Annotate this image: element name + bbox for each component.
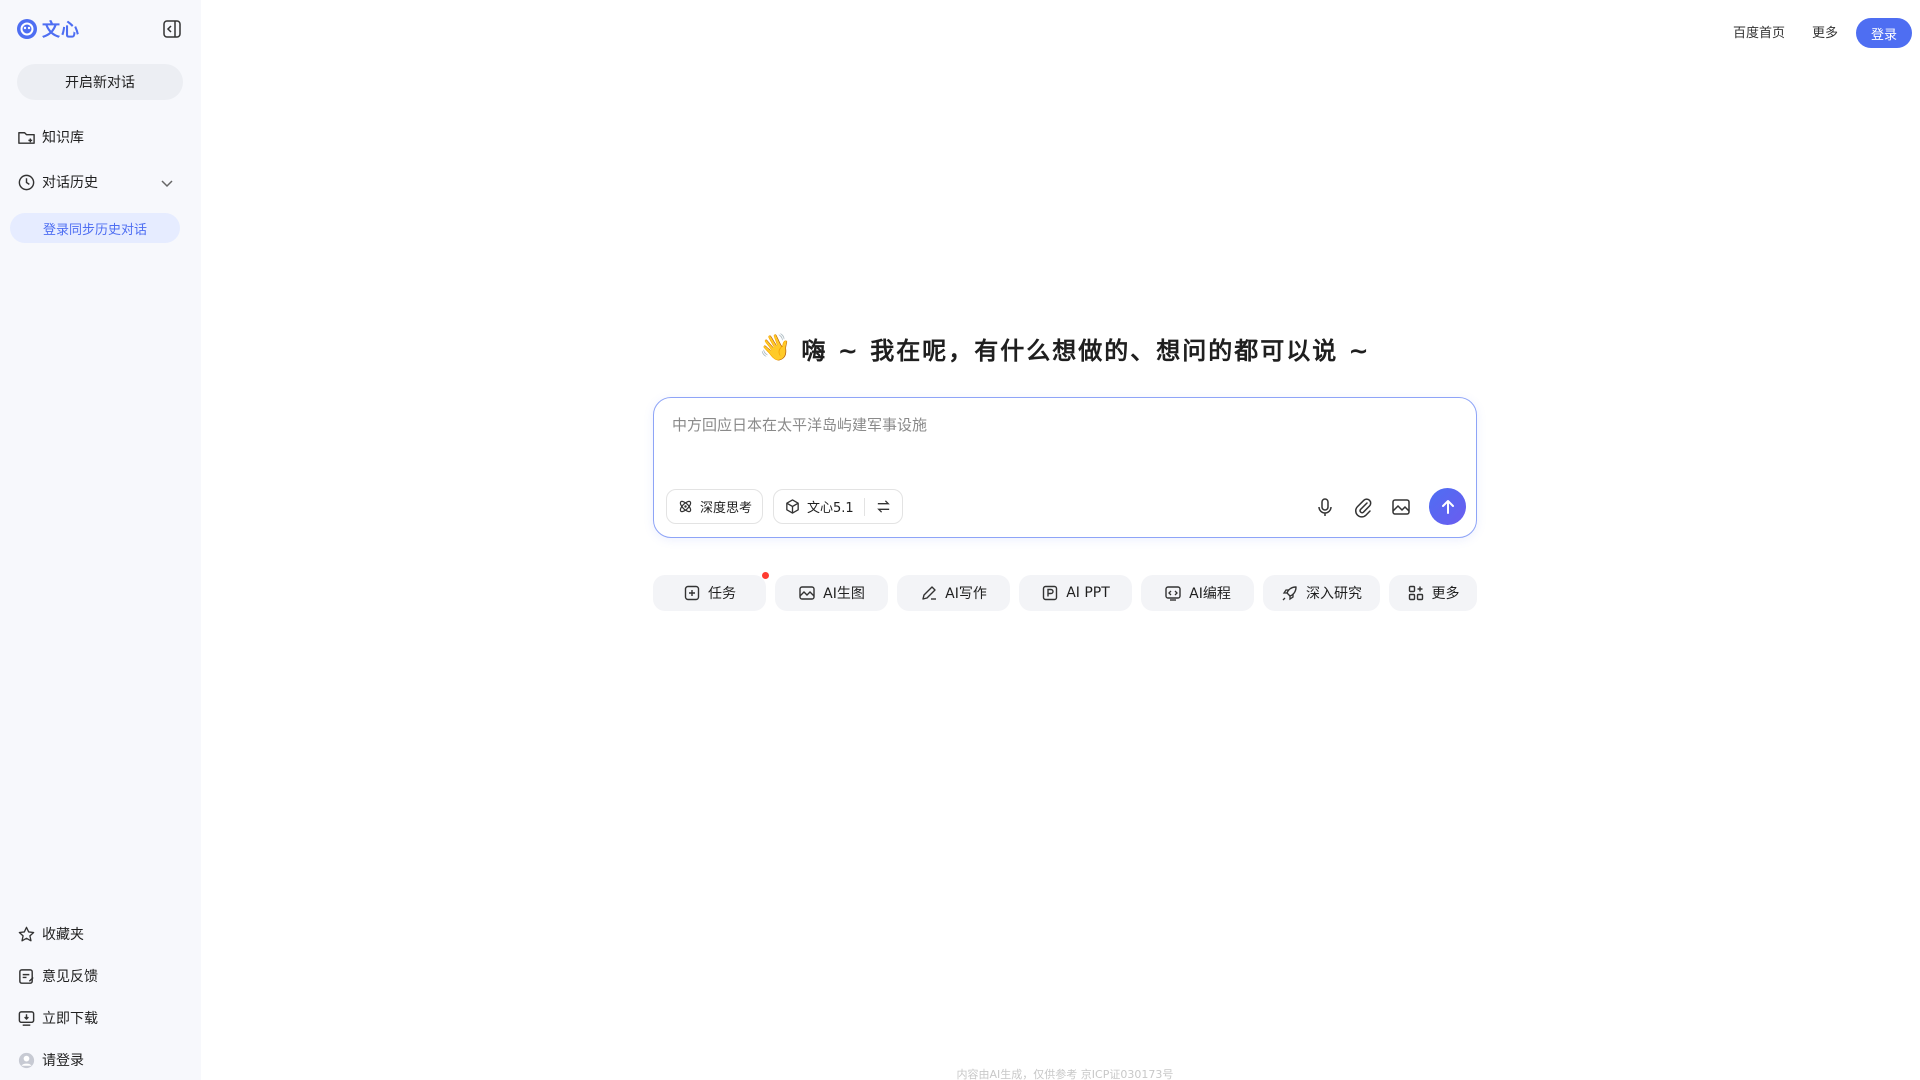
- wenxin-logo-icon: [17, 19, 37, 39]
- pen-icon: [922, 586, 937, 600]
- ppt-icon: [1043, 585, 1058, 601]
- chevron-down-icon[interactable]: [158, 174, 176, 192]
- send-button[interactable]: [1429, 488, 1466, 525]
- chat-input-box: 深度思考 文心5.1: [653, 397, 1477, 538]
- sidebar-item-label: 收藏夹: [42, 927, 84, 943]
- feature-deep-research[interactable]: 深入研究: [1263, 575, 1380, 611]
- feature-label: AI生图: [823, 586, 865, 602]
- folder-icon: [18, 131, 35, 144]
- sidebar: 文心 开启新对话 知识库 对话历史 登录同步历史对话 收藏夹 意见反馈 立即下载…: [0, 0, 201, 1080]
- footer-disclaimer: 内容由AI生成，仅供参考 京ICP证030173号: [956, 1068, 1174, 1080]
- feature-ai-coding[interactable]: AI编程: [1141, 575, 1254, 611]
- feedback-icon: [19, 968, 34, 984]
- model-cube-icon: [786, 499, 799, 514]
- greeting-text: 嗨 ~ 我在呢，有什么想做的、想问的都可以说 ~: [801, 336, 1371, 365]
- sidebar-item-favorites[interactable]: 收藏夹: [17, 922, 177, 946]
- sidebar-item-label: 意见反馈: [42, 969, 98, 985]
- login-button[interactable]: 登录: [1856, 18, 1912, 48]
- brand-logo[interactable]: 文心: [16, 16, 80, 42]
- more-link[interactable]: 更多: [1812, 22, 1838, 41]
- rocket-icon: [1282, 586, 1297, 601]
- collapse-sidebar-icon[interactable]: [162, 19, 182, 39]
- deep-think-toggle[interactable]: 深度思考: [666, 489, 764, 524]
- baidu-home-link[interactable]: 百度首页: [1733, 22, 1785, 41]
- greeting: 👋 嗨 ~ 我在呢，有什么想做的、想问的都可以说 ~: [759, 330, 1371, 366]
- image-gen-icon: [799, 586, 815, 600]
- new-chat-button[interactable]: 开启新对话: [17, 64, 183, 100]
- chip-divider: [863, 497, 865, 516]
- sidebar-item-feedback[interactable]: 意见反馈: [17, 964, 177, 988]
- switch-model-icon[interactable]: [875, 498, 892, 515]
- waving-hand-icon: 👋: [759, 333, 792, 363]
- brand-name: 文心: [42, 20, 80, 41]
- model-label: 文心5.1: [807, 501, 854, 516]
- model-selector[interactable]: 文心5.1: [773, 489, 903, 524]
- app-window: 文心 开启新对话 知识库 对话历史 登录同步历史对话 收藏夹 意见反馈 立即下载…: [0, 0, 1920, 1080]
- feature-label: AI PPT: [1066, 585, 1110, 601]
- feature-ai-writing[interactable]: AI写作: [897, 575, 1010, 611]
- new-badge-dot: [762, 572, 769, 579]
- sidebar-item-login[interactable]: 请登录: [17, 1048, 177, 1072]
- sidebar-item-label: 立即下载: [42, 1011, 98, 1027]
- sidebar-item-download[interactable]: 立即下载: [17, 1006, 177, 1030]
- grid-icon: [1408, 585, 1423, 601]
- sidebar-item-label: 请登录: [42, 1053, 84, 1069]
- attachment-icon[interactable]: [1352, 496, 1374, 518]
- deep-think-icon: [679, 500, 692, 513]
- clock-icon: [18, 174, 35, 190]
- sidebar-item-label: 对话历史: [42, 175, 98, 191]
- feature-label: 任务: [708, 586, 736, 602]
- star-icon: [18, 926, 35, 941]
- code-icon: [1165, 586, 1181, 601]
- image-upload-icon[interactable]: [1390, 496, 1412, 518]
- sidebar-item-label: 知识库: [42, 130, 84, 146]
- feature-ai-ppt[interactable]: AI PPT: [1019, 575, 1132, 611]
- feature-label: AI写作: [945, 586, 987, 602]
- feature-task[interactable]: 任务: [653, 575, 766, 611]
- arrow-up-icon: [1441, 499, 1454, 514]
- feature-more[interactable]: 更多: [1389, 575, 1477, 611]
- feature-label: 更多: [1431, 586, 1460, 602]
- feature-ai-image[interactable]: AI生图: [775, 575, 888, 611]
- chat-input[interactable]: [672, 410, 1452, 440]
- avatar-icon: [18, 1052, 35, 1068]
- login-sync-history-button[interactable]: 登录同步历史对话: [10, 213, 180, 243]
- sidebar-item-knowledge-base[interactable]: 知识库: [17, 125, 177, 149]
- microphone-icon[interactable]: [1314, 496, 1336, 518]
- task-icon: [684, 585, 700, 601]
- sidebar-item-history[interactable]: 对话历史: [17, 170, 177, 194]
- download-icon: [18, 1010, 35, 1026]
- deep-think-label: 深度思考: [700, 501, 753, 516]
- feature-label: 深入研究: [1306, 586, 1362, 602]
- feature-label: AI编程: [1189, 586, 1231, 602]
